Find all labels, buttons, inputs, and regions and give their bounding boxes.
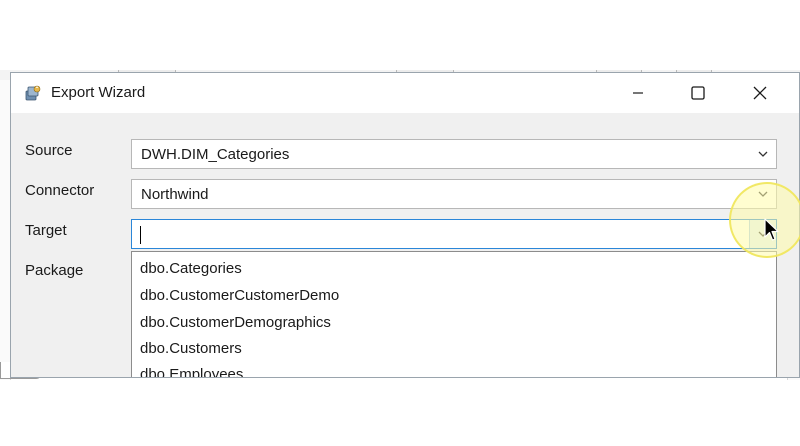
list-item[interactable]: dbo.Categories bbox=[140, 260, 242, 277]
chevron-down-icon bbox=[758, 151, 768, 157]
window-title: Export Wizard bbox=[51, 84, 146, 101]
close-icon bbox=[753, 86, 767, 100]
source-dropdown-button[interactable] bbox=[750, 140, 776, 168]
list-item[interactable]: dbo.Employees bbox=[140, 366, 243, 377]
close-button[interactable] bbox=[737, 73, 783, 113]
list-item[interactable]: dbo.CustomerDemographics bbox=[140, 314, 331, 331]
text-caret bbox=[140, 226, 141, 244]
connector-label: Connector bbox=[25, 182, 95, 199]
connector-value: Northwind bbox=[141, 186, 209, 203]
mouse-pointer-icon bbox=[764, 218, 779, 241]
target-combobox[interactable] bbox=[131, 219, 777, 249]
source-value: DWH.DIM_Categories bbox=[141, 146, 290, 163]
target-dropdown-list: dbo.Categories dbo.CustomerCustomerDemo … bbox=[131, 251, 777, 377]
minimize-button[interactable] bbox=[615, 73, 661, 113]
connector-combobox[interactable]: Northwind bbox=[131, 179, 777, 209]
package-label: Package bbox=[25, 262, 84, 279]
target-label: Target bbox=[25, 222, 67, 239]
maximize-button[interactable] bbox=[675, 73, 721, 113]
maximize-icon bbox=[691, 86, 705, 100]
export-wizard-app-icon bbox=[25, 85, 41, 101]
list-item[interactable]: dbo.Customers bbox=[140, 340, 242, 357]
title-bar[interactable]: Export Wizard bbox=[11, 73, 799, 113]
minimize-icon bbox=[633, 92, 643, 94]
source-label: Source bbox=[25, 142, 73, 159]
source-combobox[interactable]: DWH.DIM_Categories bbox=[131, 139, 777, 169]
list-item[interactable]: dbo.CustomerCustomerDemo bbox=[140, 287, 339, 304]
export-wizard-dialog: Export Wizard Source DWH.DIM_Categories bbox=[10, 72, 800, 378]
